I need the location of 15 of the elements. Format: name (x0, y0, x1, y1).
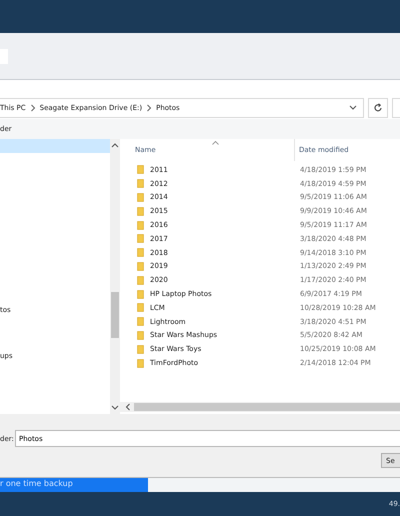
scroll-left-icon (125, 403, 131, 411)
scroll-down-icon (111, 405, 119, 411)
vertical-scrollbar[interactable] (110, 139, 120, 414)
progress-text: r one time backup (0, 479, 73, 488)
chevron-icon (146, 104, 152, 112)
nav-item[interactable] (0, 139, 110, 153)
search-field[interactable] (392, 98, 400, 118)
refresh-icon (373, 103, 383, 113)
horizontal-scrollbar[interactable] (120, 402, 400, 412)
scroll-up-icon (111, 142, 119, 148)
chevron-icon (30, 104, 36, 112)
dropdown-caret-icon (349, 105, 357, 111)
scroll-thumb[interactable] (111, 292, 119, 338)
refresh-button[interactable] (368, 98, 388, 118)
scroll-thumb[interactable] (134, 403, 400, 411)
